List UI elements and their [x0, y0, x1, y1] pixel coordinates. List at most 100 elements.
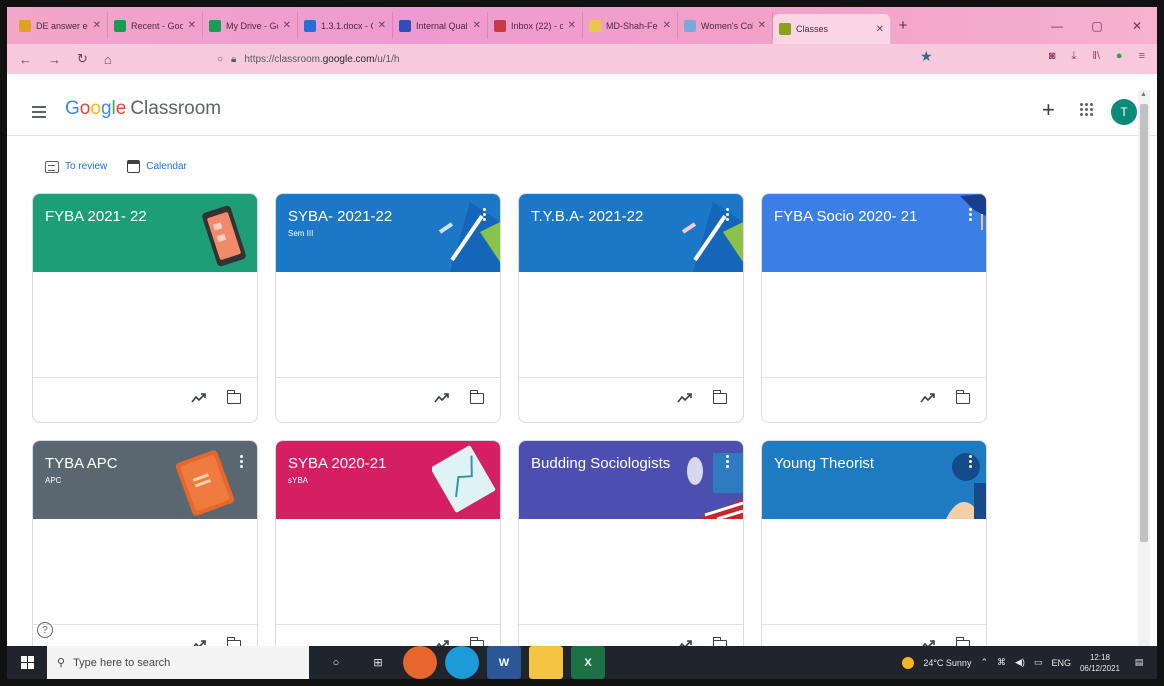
class-card[interactable]: FYBA 2021- 22 [32, 193, 258, 423]
downloads-icon[interactable]: ⤓ [1071, 50, 1076, 63]
folder-icon[interactable] [469, 390, 484, 404]
excel-icon[interactable]: X [571, 646, 605, 679]
browser-tab[interactable]: DE answer ed ✕ [13, 12, 108, 39]
minimize-icon[interactable]: — [1037, 7, 1077, 44]
close-tab-icon[interactable]: ✕ [93, 20, 101, 31]
class-card-banner[interactable]: Young Theorist [762, 441, 986, 519]
forward-icon[interactable]: → [48, 52, 61, 67]
close-tab-icon[interactable]: ✕ [473, 20, 481, 31]
class-title[interactable]: Young Theorist [774, 455, 974, 472]
close-tab-icon[interactable]: ✕ [188, 20, 196, 31]
class-card-banner[interactable]: SYBA- 2021-22 Sem III [276, 194, 500, 272]
taskbar-search-input[interactable]: ⚲ Type here to search [47, 646, 309, 679]
trending-icon[interactable] [191, 392, 207, 404]
browser-tab[interactable]: 1.3.1.docx - Goo ✕ [298, 12, 393, 39]
close-tab-icon[interactable]: ✕ [568, 20, 576, 31]
back-icon[interactable]: ← [19, 52, 32, 67]
scroll-up-icon[interactable]: ▲ [1140, 91, 1147, 98]
reload-icon[interactable]: ↻ [77, 51, 88, 67]
class-card-banner[interactable]: Budding Sociologists [519, 441, 743, 519]
class-title[interactable]: T.Y.B.A- 2021-22 [531, 208, 731, 225]
help-icon[interactable]: ? [37, 622, 53, 638]
browser-tab[interactable]: Internal Quality ✕ [393, 12, 488, 39]
close-window-icon[interactable]: ✕ [1117, 7, 1157, 44]
to-review-link[interactable]: To review [45, 160, 107, 173]
close-tab-icon[interactable]: ✕ [758, 20, 766, 31]
class-card-banner[interactable]: FYBA 2021- 22 [33, 194, 257, 272]
clock[interactable]: 12:18 06/12/2021 [1080, 652, 1120, 674]
pocket-icon[interactable]: ◙ [1049, 50, 1056, 63]
word-icon[interactable]: W [487, 646, 521, 679]
main-menu-icon[interactable] [32, 103, 46, 121]
class-title[interactable]: Budding Sociologists [531, 455, 731, 472]
home-icon[interactable]: ⌂ [104, 52, 112, 67]
trending-icon[interactable] [920, 392, 936, 404]
class-title[interactable]: SYBA 2020-21 [288, 455, 488, 472]
close-tab-icon[interactable]: ✕ [283, 20, 291, 31]
library-icon[interactable]: ‖\ [1092, 50, 1100, 63]
volume-icon[interactable]: ◀) [1015, 657, 1025, 668]
class-title[interactable]: FYBA 2021- 22 [45, 208, 245, 225]
maximize-icon[interactable]: ▢ [1077, 7, 1117, 44]
more-options-icon[interactable] [240, 455, 243, 470]
folder-icon[interactable] [955, 390, 970, 404]
google-apps-icon[interactable] [1080, 103, 1094, 117]
close-tab-icon[interactable]: ✕ [378, 20, 386, 31]
notifications-icon[interactable]: ▤ [1129, 653, 1149, 673]
weather-text[interactable]: 24°C Sunny [923, 658, 971, 668]
page-scrollbar[interactable]: ▲ ▼ [1138, 90, 1150, 660]
file-explorer-icon[interactable] [529, 646, 563, 679]
more-options-icon[interactable] [483, 208, 486, 223]
more-options-icon[interactable] [726, 455, 729, 470]
firefox-icon[interactable] [403, 646, 437, 679]
browser-tab[interactable]: My Drive - Goog ✕ [203, 12, 298, 39]
create-join-class-icon[interactable]: + [1042, 97, 1055, 123]
extension-icon[interactable]: ● [1116, 50, 1123, 63]
class-card[interactable]: Budding Sociologists [518, 440, 744, 670]
browser-tab[interactable]: Inbox (22) - cml ✕ [488, 12, 583, 39]
class-title[interactable]: SYBA- 2021-22 [288, 208, 488, 225]
start-button[interactable] [7, 656, 47, 669]
edge-icon[interactable] [445, 646, 479, 679]
class-title[interactable]: FYBA Socio 2020- 21 [774, 208, 974, 225]
class-card[interactable]: FYBA Socio 2020- 21 [761, 193, 987, 423]
class-card[interactable]: T.Y.B.A- 2021-22 [518, 193, 744, 423]
class-card-banner[interactable]: TYBA APC APC [33, 441, 257, 519]
cortana-icon[interactable]: ○ [319, 646, 353, 679]
trending-icon[interactable] [677, 392, 693, 404]
address-bar[interactable]: ○ 🔒︎ https://classroom.google.com/u/1/h [217, 50, 399, 68]
show-hidden-icons-icon[interactable]: ⌃ [980, 657, 988, 668]
class-title[interactable]: TYBA APC [45, 455, 245, 472]
class-card[interactable]: SYBA 2020-21 sYBA [275, 440, 501, 670]
class-card-banner[interactable]: FYBA Socio 2020- 21 [762, 194, 986, 272]
calendar-link[interactable]: Calendar [127, 160, 187, 173]
class-card-banner[interactable]: T.Y.B.A- 2021-22 [519, 194, 743, 272]
close-tab-icon[interactable]: ✕ [663, 20, 671, 31]
class-card[interactable]: SYBA- 2021-22 Sem III [275, 193, 501, 423]
more-options-icon[interactable] [969, 208, 972, 223]
folder-icon[interactable] [226, 390, 241, 404]
class-card-banner[interactable]: SYBA 2020-21 sYBA [276, 441, 500, 519]
new-tab-button[interactable]: + [891, 17, 915, 34]
tab-favicon [684, 19, 696, 32]
battery-icon[interactable]: ▭ [1034, 657, 1043, 668]
more-options-icon[interactable] [969, 455, 972, 470]
task-view-icon[interactable]: ⊞ [361, 646, 395, 679]
more-options-icon[interactable] [726, 208, 729, 223]
close-tab-icon[interactable]: ✕ [876, 24, 884, 35]
folder-icon[interactable] [712, 390, 727, 404]
bookmark-star-icon[interactable]: ★ [920, 48, 933, 65]
trending-icon[interactable] [434, 392, 450, 404]
language-indicator[interactable]: ENG [1051, 658, 1071, 668]
network-icon[interactable]: ⌘ [997, 657, 1006, 668]
menu-icon[interactable]: ≡ [1139, 50, 1145, 63]
app-logo[interactable]: Google Classroom [65, 98, 221, 120]
browser-tab[interactable]: Recent - Google ✕ [108, 12, 203, 39]
browser-tab-active[interactable]: Classes ✕ [773, 14, 891, 44]
class-card[interactable]: TYBA APC APC [32, 440, 258, 670]
browser-tab[interactable]: MD-Shah-Feedb ✕ [583, 12, 678, 39]
scrollbar-thumb[interactable] [1140, 104, 1148, 542]
browser-tab[interactable]: Women's Colleg ✕ [678, 12, 773, 39]
account-avatar[interactable]: T [1111, 99, 1137, 125]
class-card[interactable]: Young Theorist [761, 440, 987, 670]
